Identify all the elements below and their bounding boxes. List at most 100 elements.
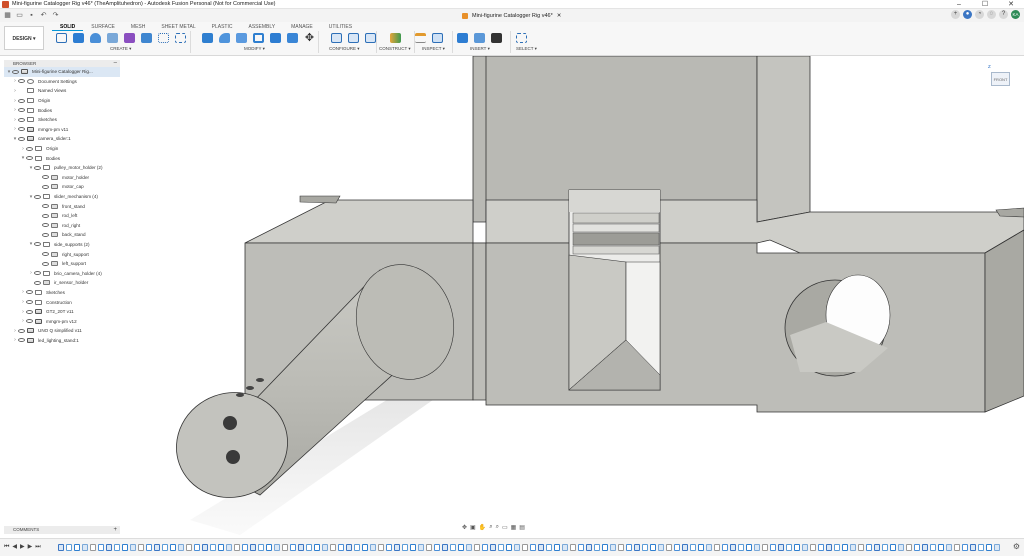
tree-item[interactable]: ▾ pulley_motor_holder (2) xyxy=(4,163,120,173)
eye-icon[interactable] xyxy=(34,165,41,170)
timeline-feature[interactable] xyxy=(946,544,952,551)
eye-icon[interactable] xyxy=(18,338,25,343)
timeline-feature[interactable] xyxy=(738,544,744,551)
eye-icon[interactable] xyxy=(18,127,25,132)
timeline-feature[interactable] xyxy=(810,544,816,551)
timeline-feature[interactable] xyxy=(722,544,728,551)
timeline-feature[interactable] xyxy=(170,544,176,551)
timeline-feature[interactable] xyxy=(306,544,312,551)
close-button[interactable]: ✕ xyxy=(998,0,1024,9)
timeline-feature[interactable] xyxy=(898,544,904,551)
timeline-feature[interactable] xyxy=(762,544,768,551)
tree-item[interactable]: motor_holder xyxy=(4,173,120,183)
move-icon[interactable]: ✥ xyxy=(302,31,317,45)
timeline-feature[interactable] xyxy=(202,544,208,551)
timeline-feature[interactable] xyxy=(154,544,160,551)
tree-item[interactable]: back_stand xyxy=(4,230,120,240)
timeline-feature[interactable] xyxy=(714,544,720,551)
eye-icon[interactable] xyxy=(26,156,33,161)
timeline-feature[interactable] xyxy=(914,544,920,551)
timeline-feature[interactable] xyxy=(258,544,264,551)
timeline-feature[interactable] xyxy=(250,544,256,551)
timeline-feature[interactable] xyxy=(90,544,96,551)
timeline-feature[interactable] xyxy=(906,544,912,551)
tree-item-root[interactable]: ▾ Mini-figurine Catalogger Rig... xyxy=(4,67,120,77)
eye-icon[interactable] xyxy=(34,280,41,285)
tree-item[interactable]: ir_sensor_holder xyxy=(4,278,120,288)
timeline-feature[interactable] xyxy=(962,544,968,551)
timeline-feature[interactable] xyxy=(106,544,112,551)
timeline-feature[interactable] xyxy=(938,544,944,551)
timeline-feature[interactable] xyxy=(378,544,384,551)
timeline-feature[interactable] xyxy=(162,544,168,551)
timeline-feature[interactable] xyxy=(434,544,440,551)
timeline-feature[interactable] xyxy=(514,544,520,551)
eye-icon[interactable] xyxy=(42,252,49,257)
offset-plane-icon[interactable] xyxy=(388,31,403,45)
tab-assembly[interactable]: ASSEMBLY xyxy=(240,23,283,31)
collapse-panel-icon[interactable]: – xyxy=(114,60,117,66)
timeline-feature[interactable] xyxy=(826,544,832,551)
tree-item[interactable]: right_support xyxy=(4,249,120,259)
tree-item[interactable]: ▾ slider_mechanism (4) xyxy=(4,192,120,202)
orbit-icon[interactable]: ✥ xyxy=(462,524,467,531)
timeline-feature[interactable] xyxy=(506,544,512,551)
timeline-feature[interactable] xyxy=(338,544,344,551)
timeline-feature[interactable] xyxy=(802,544,808,551)
timeline-feature[interactable] xyxy=(226,544,232,551)
timeline-feature[interactable] xyxy=(874,544,880,551)
timeline-feature[interactable] xyxy=(650,544,656,551)
timeline-feature[interactable] xyxy=(866,544,872,551)
timeline-feature[interactable] xyxy=(130,544,136,551)
eye-icon[interactable] xyxy=(18,117,25,122)
eye-icon[interactable] xyxy=(18,89,25,93)
timeline-track[interactable] xyxy=(58,543,1006,552)
timeline-feature[interactable] xyxy=(658,544,664,551)
timeline-feature[interactable] xyxy=(66,544,72,551)
eye-icon[interactable] xyxy=(42,204,49,209)
timeline-feature[interactable] xyxy=(450,544,456,551)
fit-icon[interactable]: ⌕ xyxy=(496,524,499,531)
timeline-feature[interactable] xyxy=(82,544,88,551)
extensions-icon[interactable]: ● xyxy=(963,10,972,19)
tab-sheet-metal[interactable]: SHEET METAL xyxy=(153,23,203,31)
timeline-feature[interactable] xyxy=(418,544,424,551)
help-icon[interactable]: ? xyxy=(999,10,1008,19)
group-select[interactable]: SELECT ▾ xyxy=(516,46,537,52)
timeline-feature[interactable] xyxy=(282,544,288,551)
revolve-icon[interactable] xyxy=(88,31,103,45)
timeline-feature[interactable] xyxy=(850,544,856,551)
zoom-icon[interactable]: ⌕ xyxy=(489,524,492,531)
tree-item[interactable]: › Origin xyxy=(4,96,120,106)
timeline-feature[interactable] xyxy=(346,544,352,551)
timeline-feature[interactable] xyxy=(354,544,360,551)
loft-icon[interactable] xyxy=(122,31,137,45)
timeline-feature[interactable] xyxy=(882,544,888,551)
timeline-feature[interactable] xyxy=(426,544,432,551)
timeline-feature[interactable] xyxy=(706,544,712,551)
group-modify[interactable]: MODIFY ▾ xyxy=(244,46,265,52)
timeline-feature[interactable] xyxy=(986,544,992,551)
timeline-feature[interactable] xyxy=(298,544,304,551)
timeline-feature[interactable] xyxy=(466,544,472,551)
tree-item[interactable]: › mmgm-pm v12 xyxy=(4,316,120,326)
tree-item[interactable]: › Sketches xyxy=(4,288,120,298)
avatar[interactable]: KA xyxy=(1011,10,1020,19)
section-analysis-icon[interactable] xyxy=(430,31,445,45)
timeline-feature[interactable] xyxy=(138,544,144,551)
go-to-end-icon[interactable]: ⏭ xyxy=(35,543,40,552)
grid-menu-icon[interactable]: ▦ xyxy=(3,11,12,20)
timeline-feature[interactable] xyxy=(594,544,600,551)
tree-item[interactable]: › mmgm-pm v11 xyxy=(4,125,120,135)
tree-item[interactable]: motor_cap xyxy=(4,182,120,192)
redo-icon[interactable]: ↷ xyxy=(51,11,60,20)
timeline-feature[interactable] xyxy=(114,544,120,551)
play-icon[interactable]: ▶ xyxy=(20,543,25,552)
tab-utilities[interactable]: UTILITIES xyxy=(321,23,360,31)
tree-item[interactable]: rod_right xyxy=(4,221,120,231)
browser-header[interactable]: BROWSER – xyxy=(4,60,120,67)
eye-icon[interactable] xyxy=(26,290,33,295)
eye-icon[interactable] xyxy=(42,175,49,180)
eye-icon[interactable] xyxy=(42,213,49,218)
timeline-feature[interactable] xyxy=(370,544,376,551)
